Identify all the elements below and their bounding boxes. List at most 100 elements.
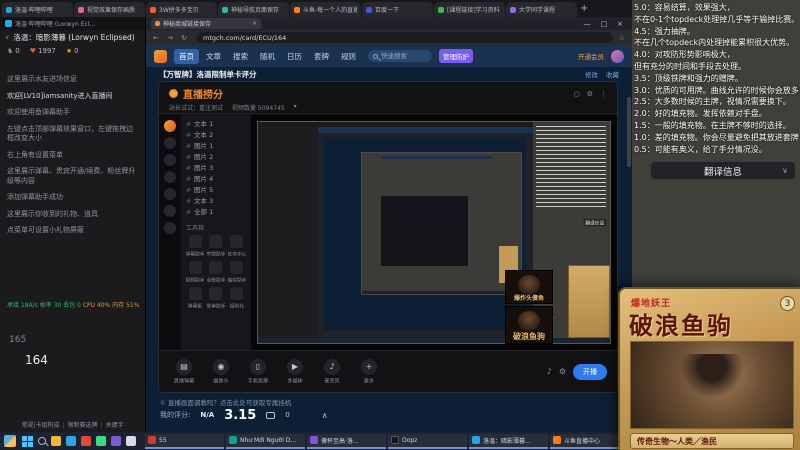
footer-link[interactable]: 限制赛选牌 xyxy=(59,420,98,429)
site-nav-item[interactable]: 搜索 xyxy=(228,49,253,64)
footer-link[interactable]: 关键字 xyxy=(98,420,124,429)
collapse-chevron-icon[interactable]: ∧ xyxy=(322,411,328,420)
site-logo-icon[interactable] xyxy=(154,49,167,63)
browser-tab[interactable]: 斗鱼-每一个人的直播平台 xyxy=(290,2,361,17)
close-tab-icon[interactable]: × xyxy=(252,20,257,27)
dock-button[interactable]: ▤ 直播弹幕 xyxy=(169,358,199,385)
toolbox-tool[interactable]: 抽奖助手 xyxy=(227,261,246,284)
site-nav-item[interactable]: 文章 xyxy=(201,49,226,64)
card-number[interactable]: 164 xyxy=(9,353,48,367)
browser-tab[interactable]: [课程链接]学习资料 xyxy=(434,2,505,17)
browser-tab[interactable]: 神秘导航页面保存 xyxy=(218,2,289,17)
channel-item[interactable]: 图片 3 xyxy=(186,163,246,174)
channel-item[interactable]: 图片 2 xyxy=(186,152,246,163)
server-icon[interactable] xyxy=(164,171,176,183)
go-live-button[interactable]: 开播 xyxy=(573,363,607,380)
channel-item[interactable]: 图片 5 xyxy=(186,185,246,196)
site-search-input[interactable] xyxy=(381,52,427,60)
browser-tab[interactable]: 洛温·哔哩哔哩 xyxy=(2,2,73,17)
maximize-button[interactable]: □ xyxy=(601,20,608,28)
favorite-link[interactable]: 收藏 xyxy=(606,69,619,79)
nested-guide-text xyxy=(536,126,607,211)
avatar[interactable] xyxy=(611,49,624,63)
site-nav-item[interactable]: 首页 xyxy=(174,48,199,64)
dock-button[interactable]: ▶ 多媒体 xyxy=(280,358,310,385)
taskbar-window-button[interactable]: 傻杯至高·洛... xyxy=(307,433,386,449)
dock-button[interactable]: ♪ 麦克风 xyxy=(317,358,347,385)
site-nav-item[interactable]: 日历 xyxy=(282,49,307,64)
bookmark-star-icon[interactable]: ☆ xyxy=(619,34,625,42)
page-notice[interactable]: ① 直播画面调教吗？点击此处可获取专属挂机 xyxy=(160,397,291,407)
back-forward-reload-icons[interactable]: ← → ↻ xyxy=(153,34,190,42)
site-search[interactable] xyxy=(368,50,432,62)
browser-tab[interactable]: 大学同学课程 xyxy=(506,2,577,17)
channel-item[interactable]: 文本 2 xyxy=(186,130,246,141)
taskbar-window-button[interactable]: 55 xyxy=(145,433,224,449)
gear-icon[interactable]: ⚙ xyxy=(587,90,593,98)
new-tab-button[interactable]: + xyxy=(580,3,588,14)
toolbox-tool[interactable]: 任务中心 xyxy=(227,235,246,258)
translate-panel[interactable]: 翻译信息 ∨ xyxy=(650,161,796,180)
toolbox-tool[interactable]: 歌单助手 xyxy=(207,287,225,310)
toolbox-tool[interactable]: 点歌助手 xyxy=(207,261,225,284)
toolbox-tool[interactable]: 视频助手 xyxy=(186,261,205,284)
toolbox-tool[interactable]: 弹幕篓 xyxy=(186,287,205,310)
channel-item[interactable]: 文本 1 xyxy=(186,119,246,130)
file-explorer-icon[interactable] xyxy=(51,436,61,446)
server-icon[interactable] xyxy=(164,188,176,200)
browser-tab[interactable]: 视觉效果保存画质 xyxy=(74,2,145,17)
minimize-button[interactable]: — xyxy=(584,20,591,28)
channel-item[interactable]: 文本 3 xyxy=(186,196,246,207)
dock-button[interactable]: ◉ 摄像头 xyxy=(206,358,236,385)
speaker-icon[interactable]: ♪ xyxy=(547,367,552,376)
channel-item[interactable]: 图片 1 xyxy=(186,141,246,152)
scrollbar[interactable] xyxy=(627,97,631,167)
window-tab[interactable]: 神秘商城链接保存 × xyxy=(151,18,261,29)
taskbar-window-button[interactable]: 洛温：暗影薄暮... xyxy=(469,433,548,449)
toolbox-tool[interactable]: 房管助手 xyxy=(207,235,225,258)
app-icon[interactable] xyxy=(111,436,121,446)
app-icon[interactable] xyxy=(96,436,106,446)
more-icon[interactable]: ⋮ xyxy=(600,90,607,98)
danmaku-panel-tab[interactable]: 洛温·哔哩哔哩 (Lorwyn Ecl... xyxy=(0,17,145,30)
server-icon[interactable] xyxy=(164,120,176,132)
server-icon[interactable] xyxy=(164,154,176,166)
toolbox-tool[interactable]: 福利社 xyxy=(227,287,246,310)
app-icon[interactable] xyxy=(126,436,136,446)
news-widget-icon[interactable] xyxy=(4,435,16,447)
footer-link[interactable]: 常规|卡组构成 xyxy=(21,420,59,429)
server-icon[interactable] xyxy=(164,222,176,234)
channel-item[interactable]: 图片 4 xyxy=(186,174,246,185)
card-number[interactable]: 165 xyxy=(9,335,48,345)
start-button[interactable] xyxy=(21,435,33,447)
channel-item[interactable]: 全部 1 xyxy=(186,207,246,218)
browser-tab[interactable]: 3W拼多多宝贝 xyxy=(146,2,217,17)
server-icon[interactable] xyxy=(164,205,176,217)
site-nav-item[interactable]: 随机 xyxy=(255,49,280,64)
browser-tab[interactable]: 百度一下 xyxy=(362,2,433,17)
search-icon[interactable]: ○ xyxy=(574,90,580,98)
site-nav-item[interactable]: 规则 xyxy=(336,49,361,64)
member-link[interactable]: 开通会员 xyxy=(578,51,604,61)
chevron-down-icon[interactable]: ▾ xyxy=(294,103,297,112)
server-icon[interactable] xyxy=(164,137,176,149)
address-input[interactable]: mtgch.com/card/ECU/164 xyxy=(196,32,613,43)
close-button[interactable]: × xyxy=(617,20,623,28)
stream-preview[interactable]: 翻译信息 3.15 爆炸头傻鱼 破浪鱼驹 xyxy=(251,115,617,350)
chrome-icon[interactable] xyxy=(81,436,91,446)
gear-icon[interactable]: ⚙ xyxy=(559,367,566,376)
edge-icon[interactable] xyxy=(66,436,76,446)
comment-bubble-icon[interactable] xyxy=(266,411,276,419)
site-nav-item[interactable]: 套牌 xyxy=(309,49,334,64)
network-stats: 承接 18A/s 帧率 30 丢包 0 xyxy=(7,302,81,309)
taskbar-window-button[interactable]: Oopz xyxy=(388,433,467,449)
my-rating-value[interactable]: N/A xyxy=(200,411,214,419)
room-title[interactable]: ∨ 洛温：暗影薄暮 (Lorwyn Eclipsed) xyxy=(0,30,145,44)
edit-link[interactable]: 修改 xyxy=(585,69,598,79)
dock-button[interactable]: + 更多 xyxy=(354,358,384,385)
toolbox-tool[interactable]: 弹幕助手 xyxy=(186,235,205,258)
taskbar-search-icon[interactable] xyxy=(38,437,46,445)
admin-badge[interactable]: 管理防护 xyxy=(439,49,473,63)
dock-button[interactable]: ▯ 手机投屏 xyxy=(243,358,273,385)
taskbar-window-button[interactable]: Như Mới Người D... xyxy=(226,433,305,449)
